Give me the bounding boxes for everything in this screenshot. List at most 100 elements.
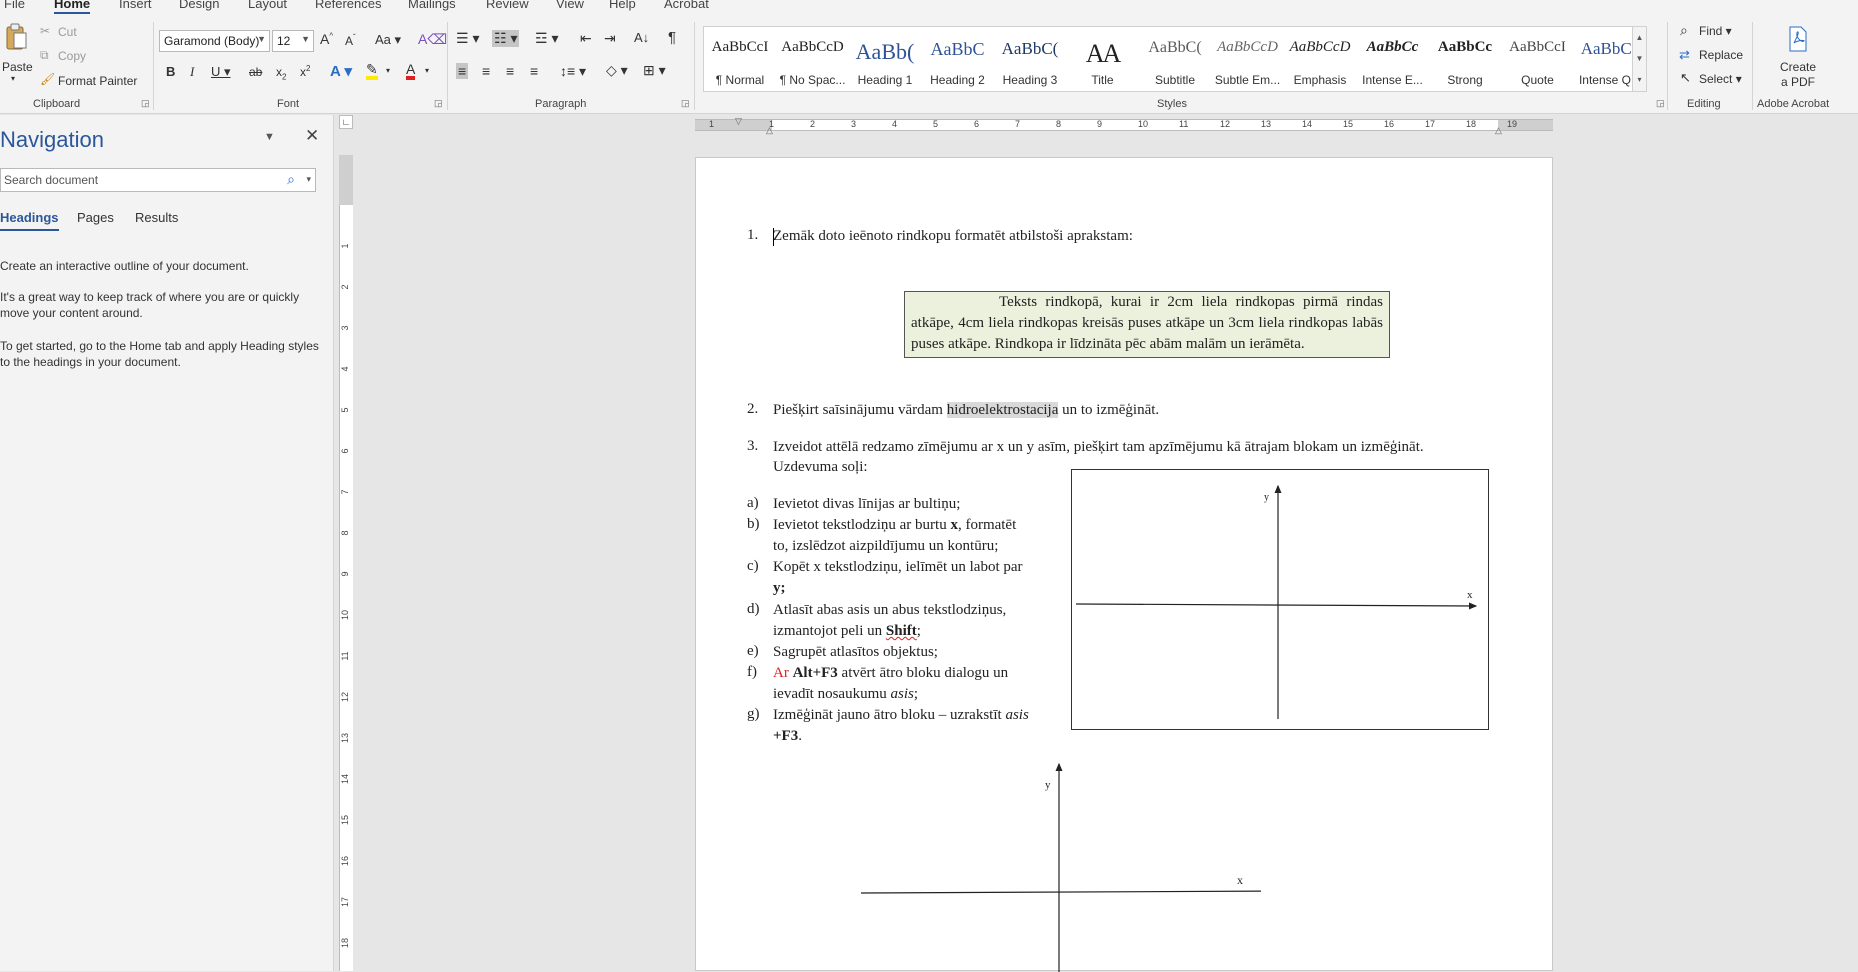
- x-axis-label: x: [1237, 873, 1243, 887]
- step-d-line2: izmantojot peli un Shift;: [773, 623, 921, 639]
- search-options-icon[interactable]: ▾: [306, 174, 311, 185]
- tab-file[interactable]: File: [4, 0, 25, 11]
- style-1[interactable]: AaBbCcD ¶ No Spac...: [777, 27, 849, 91]
- tab-results[interactable]: Results: [135, 210, 178, 225]
- create-pdf-icon[interactable]: [1784, 24, 1812, 54]
- tab-acrobat[interactable]: Acrobat: [664, 0, 709, 11]
- bold-icon[interactable]: B: [166, 64, 175, 79]
- align-left-icon[interactable]: ≡: [456, 63, 469, 79]
- search-input[interactable]: Search document ⌕ ▾: [0, 168, 316, 192]
- style-sample: AaBbCcD: [1289, 39, 1351, 55]
- gallery-more-icon[interactable]: ▾: [1632, 69, 1646, 91]
- tab-headings[interactable]: Headings: [0, 210, 59, 231]
- axes-drawing-frame[interactable]: x y: [1071, 469, 1489, 730]
- style-8[interactable]: AaBbCcD Emphasis: [1284, 27, 1356, 91]
- find-button[interactable]: Find ▾: [1699, 24, 1732, 38]
- paste-button[interactable]: Paste: [2, 60, 33, 74]
- right-indent-marker[interactable]: △: [1495, 125, 1502, 136]
- tab-references[interactable]: References: [315, 0, 381, 11]
- tab-layout[interactable]: Layout: [248, 0, 287, 11]
- copy-button[interactable]: Copy: [58, 49, 86, 63]
- style-11[interactable]: AaBbCcI Quote: [1502, 27, 1574, 91]
- nav-help-text-2: It's a great way to keep track of where …: [0, 290, 300, 320]
- multilevel-list-icon[interactable]: ☲ ▾: [535, 30, 558, 47]
- grow-font-icon[interactable]: A^: [320, 31, 333, 47]
- create-pdf-button[interactable]: Create a PDF: [1780, 60, 1816, 90]
- hanging-indent-marker[interactable]: △: [766, 125, 773, 136]
- subscript-icon[interactable]: x2: [276, 65, 286, 81]
- strikethrough-icon[interactable]: ab: [249, 65, 262, 79]
- format-painter-button[interactable]: Format Painter: [58, 74, 137, 88]
- select-button[interactable]: Select ▾: [1699, 72, 1742, 86]
- font-launcher-icon[interactable]: ◲: [434, 98, 443, 109]
- list-number: 1.: [747, 227, 759, 243]
- style-5[interactable]: AA Title: [1067, 27, 1139, 91]
- search-icon[interactable]: ⌕: [287, 171, 295, 188]
- line-spacing-icon[interactable]: ↕≡ ▾: [560, 63, 586, 80]
- document-page[interactable]: 1. Zemāk doto ieēnoto rindkopu formatēt …: [695, 157, 1553, 972]
- item-3-text: Izveidot attēlā redzamo zīmējumu ar x un…: [773, 439, 1424, 455]
- change-case-button[interactable]: Aa ▾: [375, 32, 401, 48]
- tab-view[interactable]: View: [556, 0, 584, 11]
- first-line-indent-marker[interactable]: ▽: [735, 116, 742, 127]
- shading-icon[interactable]: ◇ ▾: [606, 62, 628, 79]
- style-6[interactable]: AaBbC(Subtitle: [1139, 27, 1211, 91]
- styles-launcher-icon[interactable]: ◲: [1656, 98, 1665, 109]
- close-icon[interactable]: ✕: [305, 126, 319, 146]
- tab-insert[interactable]: Insert: [119, 0, 152, 11]
- decrease-indent-icon[interactable]: ⇤: [580, 30, 592, 47]
- tab-review[interactable]: Review: [486, 0, 529, 11]
- paste-icon[interactable]: [3, 22, 29, 52]
- tab-home[interactable]: Home: [54, 0, 91, 15]
- font-color-dropdown-icon[interactable]: ▾: [425, 66, 429, 75]
- cut-button[interactable]: Cut: [58, 25, 77, 39]
- justify-icon[interactable]: ≡: [530, 63, 538, 79]
- superscript-icon[interactable]: x2: [300, 64, 310, 79]
- style-9[interactable]: AaBbCc Intense E...: [1357, 27, 1429, 91]
- paragraph-launcher-icon[interactable]: ◲: [681, 98, 690, 109]
- gallery-scroll-up-icon[interactable]: ▲: [1632, 27, 1646, 48]
- tab-design[interactable]: Design: [179, 0, 219, 11]
- numbering-icon[interactable]: ☷ ▾: [492, 30, 520, 47]
- tab-selector-icon[interactable]: ∟: [339, 115, 353, 129]
- font-color-icon[interactable]: A: [406, 62, 416, 80]
- style-3[interactable]: AaBbC Heading 2: [922, 27, 994, 91]
- style-7[interactable]: AaBbCcD Subtle Em...: [1212, 27, 1284, 91]
- align-right-icon[interactable]: ≡: [506, 63, 514, 79]
- tab-mailings[interactable]: Mailings: [408, 0, 456, 11]
- tab-help[interactable]: Help: [609, 0, 636, 11]
- tab-pages[interactable]: Pages: [77, 210, 114, 225]
- style-name: Subtle Em...: [1214, 73, 1281, 87]
- style-2[interactable]: AaBb(Heading 1: [849, 27, 921, 91]
- text-effects-icon[interactable]: A ▾: [330, 62, 352, 80]
- bullets-icon[interactable]: ☰ ▾: [456, 30, 479, 47]
- replace-button[interactable]: Replace: [1699, 48, 1743, 62]
- highlight-dropdown-icon[interactable]: ▾: [386, 66, 390, 75]
- font-size-combo[interactable]: 12 ▼: [272, 30, 314, 52]
- step-a-text: Ievietot divas līnijas ar bultiņu;: [773, 496, 961, 512]
- style-0[interactable]: AaBbCcI ¶ Normal: [704, 27, 776, 91]
- gallery-scroll-down-icon[interactable]: ▼: [1632, 48, 1646, 69]
- nav-options-icon[interactable]: ▼: [264, 131, 275, 143]
- step-marker: a): [747, 495, 759, 511]
- borders-icon[interactable]: ⊞ ▾: [643, 62, 666, 79]
- italic-icon[interactable]: I: [190, 64, 194, 80]
- font-group-label: Font: [277, 98, 300, 110]
- style-sample: AaBbCcD: [1217, 39, 1278, 55]
- increase-indent-icon[interactable]: ⇥: [604, 30, 616, 47]
- clear-formatting-icon[interactable]: A⌫: [418, 31, 447, 48]
- axes-drawing-2[interactable]: x y: [861, 756, 1261, 972]
- clipboard-launcher-icon[interactable]: ◲: [141, 98, 150, 109]
- paste-dropdown-icon[interactable]: ▾: [11, 74, 15, 83]
- highlight-icon[interactable]: ✎: [366, 62, 378, 80]
- sort-icon[interactable]: A↓: [634, 30, 649, 45]
- font-name-combo[interactable]: Garamond (Body) ▼: [159, 30, 270, 52]
- show-formatting-icon[interactable]: ¶: [668, 29, 676, 46]
- ruler-number: 3: [340, 325, 350, 331]
- underline-icon[interactable]: U ▾: [211, 64, 231, 80]
- align-center-icon[interactable]: ≡: [482, 63, 490, 79]
- shrink-font-icon[interactable]: Aˇ: [345, 33, 356, 48]
- style-4[interactable]: AaBbC(Heading 3: [994, 27, 1066, 91]
- ruler-number: 6: [340, 448, 350, 454]
- style-10[interactable]: AaBbCc Strong: [1429, 27, 1501, 91]
